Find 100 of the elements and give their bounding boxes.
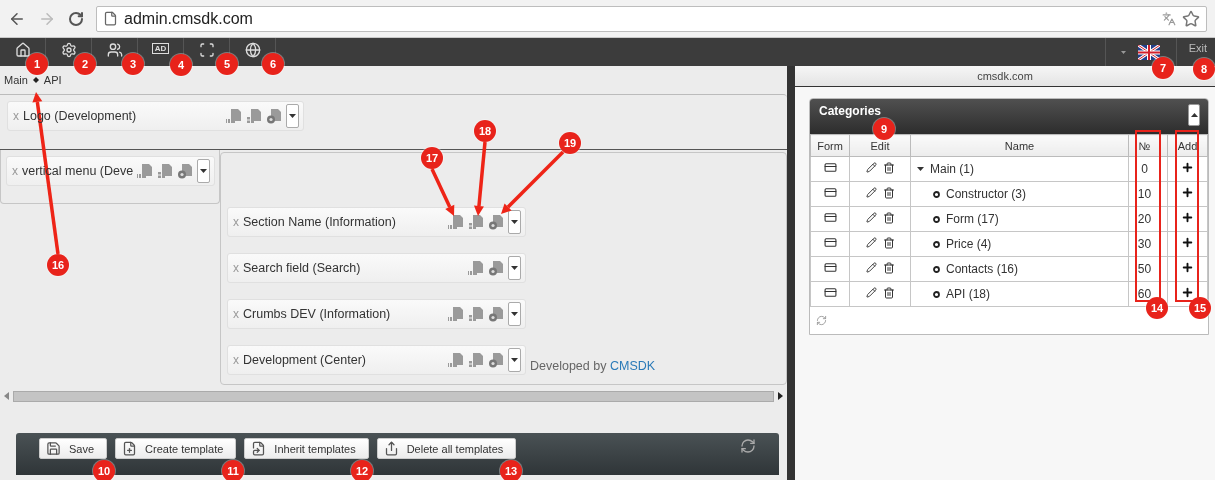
delete-icon[interactable] xyxy=(882,212,895,224)
dropdown-button[interactable] xyxy=(197,159,210,183)
dropdown-button[interactable] xyxy=(508,210,521,234)
column-header: Form xyxy=(810,134,850,157)
module-label: Search field (Search) xyxy=(243,261,362,275)
translate-icon[interactable] xyxy=(1162,11,1176,26)
delete-icon[interactable] xyxy=(882,262,895,274)
address-field[interactable]: admin.cmsdk.com xyxy=(96,5,1207,32)
settings-icon[interactable] xyxy=(488,352,504,368)
edit-icon[interactable] xyxy=(865,212,877,223)
delete-icon[interactable] xyxy=(882,237,895,249)
panel-title: Categories xyxy=(819,104,882,118)
edit-icon[interactable] xyxy=(865,187,877,198)
file-arrow-icon xyxy=(251,441,267,456)
edit-icon[interactable] xyxy=(865,162,877,173)
refresh-icon[interactable] xyxy=(740,438,756,454)
form-icon[interactable] xyxy=(823,236,837,249)
add-icon[interactable] xyxy=(1181,261,1194,274)
layout-icon[interactable] xyxy=(468,306,484,322)
dropdown-button[interactable] xyxy=(286,104,299,128)
order-number: 50 xyxy=(1137,262,1152,276)
settings-icon[interactable] xyxy=(177,163,193,179)
layout-icon[interactable] xyxy=(468,214,484,230)
settings-icon[interactable] xyxy=(488,260,504,276)
module-block[interactable]: x Section Name (Information) xyxy=(227,207,526,237)
module-block[interactable]: x Crumbs DEV (Information) xyxy=(227,299,526,329)
order-number: 30 xyxy=(1137,237,1152,251)
translation-icon[interactable] xyxy=(448,214,464,230)
module-label: Section Name (Information) xyxy=(243,215,397,229)
settings-icon[interactable] xyxy=(60,42,77,58)
caret-icon[interactable] xyxy=(1121,50,1127,54)
form-icon[interactable] xyxy=(823,286,837,299)
edit-icon[interactable] xyxy=(865,237,877,248)
file-plus-icon xyxy=(122,441,138,456)
add-icon[interactable] xyxy=(1181,286,1194,299)
users-icon[interactable] xyxy=(106,42,123,58)
action-button[interactable]: Inherit templates xyxy=(244,438,369,459)
translation-icon[interactable] xyxy=(226,108,242,124)
reload-icon[interactable] xyxy=(68,10,84,27)
breadcrumb[interactable]: Main xyxy=(4,74,28,86)
category-name[interactable]: API (18) xyxy=(946,287,990,301)
settings-icon[interactable] xyxy=(266,108,282,124)
translation-icon[interactable] xyxy=(448,352,464,368)
action-button[interactable]: Save xyxy=(39,438,108,459)
category-name[interactable]: Contacts (16) xyxy=(946,262,1019,276)
breadcrumb[interactable]: API xyxy=(43,74,62,86)
layout-icon[interactable] xyxy=(468,352,484,368)
dropdown-button[interactable] xyxy=(508,256,521,280)
credit-text: Developed by CMSDK xyxy=(530,359,656,375)
category-name[interactable]: Form (17) xyxy=(946,212,999,226)
scroll-left-icon[interactable] xyxy=(4,392,9,400)
form-icon[interactable] xyxy=(823,161,837,174)
translation-icon[interactable] xyxy=(448,306,464,322)
caret-icon xyxy=(1190,113,1198,117)
collapse-button[interactable] xyxy=(1188,104,1200,126)
form-icon[interactable] xyxy=(823,186,837,199)
dropdown-button[interactable] xyxy=(508,302,521,326)
settings-icon[interactable] xyxy=(488,214,504,230)
bullet-icon xyxy=(933,215,940,223)
scrollbar-thumb[interactable] xyxy=(13,390,774,402)
category-name[interactable]: Main (1) xyxy=(930,162,974,176)
form-icon[interactable] xyxy=(823,261,837,274)
translation-icon[interactable] xyxy=(137,163,153,179)
category-name[interactable]: Price (4) xyxy=(946,237,992,251)
module-block[interactable]: x Development (Center) xyxy=(227,345,526,375)
form-icon[interactable] xyxy=(823,211,837,224)
scroll-right-icon[interactable] xyxy=(778,392,783,400)
layout-icon[interactable] xyxy=(246,108,262,124)
caret-icon xyxy=(511,358,518,362)
add-icon[interactable] xyxy=(1181,236,1194,249)
star-icon[interactable] xyxy=(1182,9,1200,28)
settings-icon[interactable] xyxy=(488,306,504,322)
frame-icon[interactable] xyxy=(198,42,215,58)
category-name[interactable]: Constructor (3) xyxy=(946,187,1027,201)
order-number: 20 xyxy=(1137,212,1152,226)
action-button[interactable]: Create template xyxy=(115,438,237,459)
bullet-icon xyxy=(933,190,940,198)
add-icon[interactable] xyxy=(1181,186,1194,199)
delete-icon[interactable] xyxy=(882,187,895,199)
globe-icon[interactable] xyxy=(244,42,261,58)
arrow xyxy=(430,168,455,216)
translation-icon[interactable] xyxy=(468,260,484,276)
add-icon[interactable] xyxy=(1181,211,1194,224)
home-icon[interactable] xyxy=(14,42,31,58)
layout-icon[interactable] xyxy=(157,163,173,179)
flag-icon[interactable] xyxy=(1138,44,1161,60)
ad-icon[interactable]: AD xyxy=(151,43,170,54)
add-icon[interactable] xyxy=(1181,161,1194,174)
edit-icon[interactable] xyxy=(865,262,877,273)
edit-icon[interactable] xyxy=(865,287,877,298)
dropdown-button[interactable] xyxy=(508,348,521,372)
delete-icon[interactable] xyxy=(882,287,895,299)
delete-icon[interactable] xyxy=(882,162,895,174)
action-button[interactable]: Delete all templates xyxy=(376,438,517,459)
bullet-icon xyxy=(933,290,940,298)
module-block[interactable]: x Search field (Search) xyxy=(227,253,526,283)
caret-icon xyxy=(289,114,296,118)
arrow xyxy=(501,150,565,214)
cmsdk-link[interactable]: CMSDK xyxy=(609,359,656,373)
exit-link[interactable]: Exit xyxy=(1188,42,1207,54)
